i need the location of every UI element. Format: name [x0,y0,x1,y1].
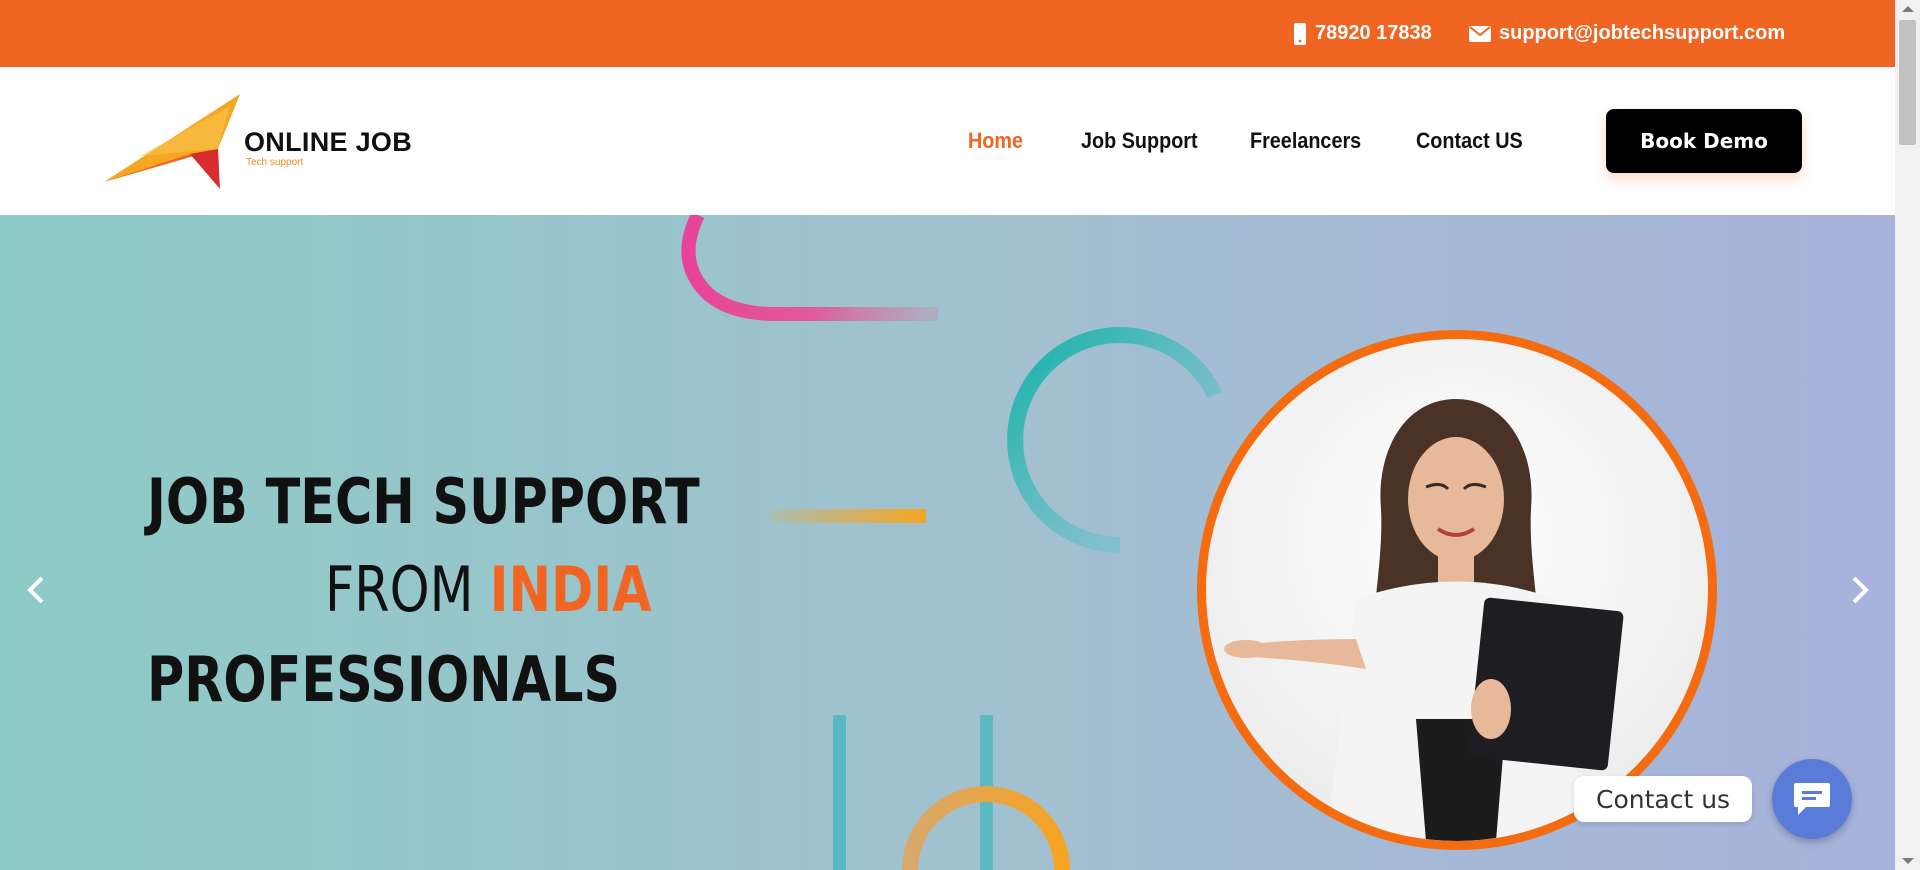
envelope-icon [1469,25,1491,42]
top-contact-bar: 78920 17838 support@jobtechsupport.com [0,0,1895,67]
book-demo-button[interactable]: Book Demo [1606,109,1802,173]
contact-us-bubble[interactable]: Contact us [1574,776,1753,822]
logo-title: ONLINE JOB [244,127,413,157]
nav-item-job-support[interactable]: Job Support [1081,67,1211,215]
hero-headline-line3: PROFESSIONALS [147,643,621,716]
nav-link-contact-us[interactable]: Contact US [1416,128,1523,154]
hero-slider: JOB TECH SUPPORT FROM INDIA PROFESSIONAL… [0,215,1895,870]
scroll-down-arrow-icon[interactable] [1902,858,1914,864]
nav-item-home[interactable]: Home [968,67,1029,215]
email-address: support@jobtechsupport.com [1499,22,1786,44]
chat-widget-button[interactable] [1772,759,1852,839]
hero-headline-line2: FROM INDIA [325,553,652,626]
page-scrollbar[interactable] [1895,0,1920,870]
scrollbar-thumb[interactable] [1899,20,1916,145]
nav-link-freelancers[interactable]: Freelancers [1250,128,1361,154]
chevron-left-icon [27,576,44,604]
logo-paper-plane-icon [104,94,240,189]
phone-contact[interactable]: 78920 17838 [1293,0,1432,67]
nav-link-home[interactable]: Home [968,128,1023,154]
logo-subtitle: Tech support [246,157,304,168]
chat-bubble-icon [1794,783,1830,815]
scroll-up-arrow-icon[interactable] [1902,6,1914,12]
slider-prev-button[interactable] [16,570,56,610]
site-header: ONLINE JOB Tech support Home Job Support… [0,67,1895,215]
woman-with-folder-illustration [1224,399,1624,841]
hero-headline-line1: JOB TECH SUPPORT [147,465,700,538]
phone-number: 78920 17838 [1315,22,1432,44]
hero-from-text: FROM [325,553,474,626]
nav-item-contact-us[interactable]: Contact US [1416,67,1535,215]
slider-next-button[interactable] [1840,570,1880,610]
nav-item-freelancers[interactable]: Freelancers [1250,67,1374,215]
email-contact[interactable]: support@jobtechsupport.com [1469,0,1785,67]
hero-india-text: INDIA [489,553,652,626]
mobile-phone-icon [1294,22,1306,45]
chevron-right-icon [1852,576,1869,604]
nav-link-job-support[interactable]: Job Support [1081,128,1198,154]
hero-portrait-image [1197,330,1717,850]
